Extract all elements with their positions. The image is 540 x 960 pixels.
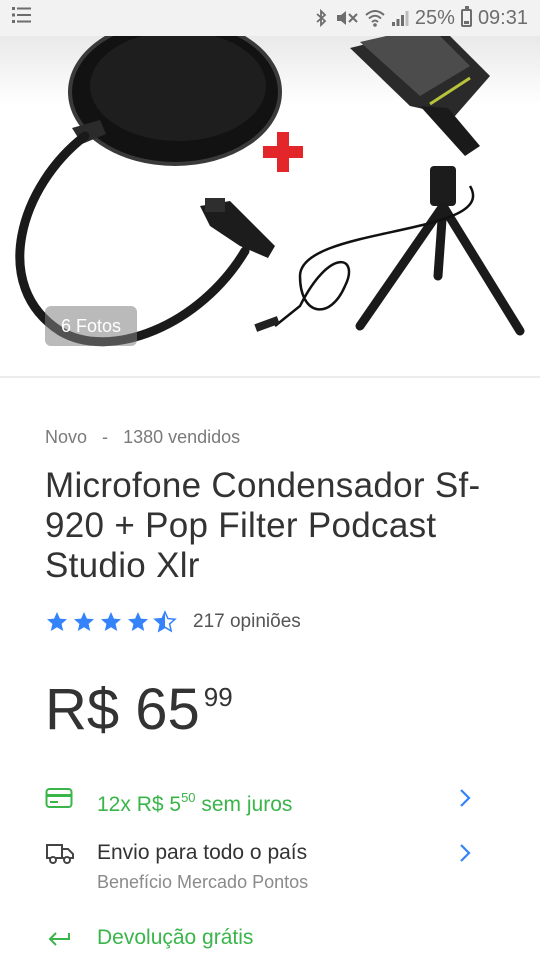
shipping-sublabel: Benefício Mercado Pontos: [97, 872, 309, 892]
product-subtitle: Novo - 1380 vendidos: [45, 427, 240, 448]
battery-icon: [460, 6, 472, 27]
star-icon: [74, 612, 94, 631]
battery-fill: [463, 20, 469, 24]
signal-icon: [391, 9, 409, 27]
price-main: R$ 65: [45, 677, 200, 742]
price-cents: 99: [203, 682, 233, 712]
clock: 09:31: [477, 6, 528, 29]
installments-cents: 50: [181, 790, 196, 805]
installments-prefix: 12x R$ 5: [97, 793, 182, 816]
separator: -: [102, 427, 109, 447]
star-icon: [47, 612, 67, 631]
list-menu-icon: [12, 6, 32, 30]
chevron-right-icon[interactable]: [455, 840, 475, 866]
returns-label: Devolução grátis: [97, 926, 254, 949]
sold-count: 1380 vendidos: [123, 427, 241, 447]
battery-percent: 25%: [414, 6, 455, 29]
installments-text: 12x R$ 550 sem juros: [97, 785, 455, 818]
status-icons: 25% 09:31: [315, 6, 528, 30]
shipping-row[interactable]: Envio para todo o país Benefício Mercado…: [45, 840, 475, 894]
photo-count-badge: 6 Fotos: [45, 306, 137, 346]
notification-area: [12, 6, 32, 30]
credit-card-icon: [45, 785, 77, 811]
mute-icon: [333, 9, 359, 27]
product-title: Microfone Condensador Sf-920 + Pop Filte…: [45, 466, 481, 585]
rating[interactable]: 217 opiniões: [45, 610, 301, 634]
divider: [0, 376, 540, 378]
review-count: 217 opiniões: [193, 611, 301, 632]
rating-stars: [45, 610, 177, 634]
product-gallery[interactable]: 6 Fotos: [0, 36, 540, 376]
installments-suffix: sem juros: [201, 793, 293, 816]
installments-row[interactable]: 12x R$ 550 sem juros: [45, 785, 475, 818]
star-icon: [153, 610, 177, 633]
chevron-right-icon[interactable]: [455, 785, 475, 811]
status-bar: 25% 09:31: [0, 0, 540, 36]
condition-label: Novo: [45, 427, 88, 447]
shipping-label: Envio para todo o país: [97, 841, 308, 864]
bluetooth-icon: [315, 9, 327, 27]
returns-row[interactable]: Devolução grátis: [45, 925, 475, 951]
star-icon: [128, 612, 148, 631]
truck-icon: [45, 840, 77, 866]
wifi-icon: [365, 9, 385, 27]
return-arrow-icon: [45, 925, 77, 951]
price: R$ 65 99: [45, 676, 233, 744]
star-icon: [101, 612, 121, 631]
